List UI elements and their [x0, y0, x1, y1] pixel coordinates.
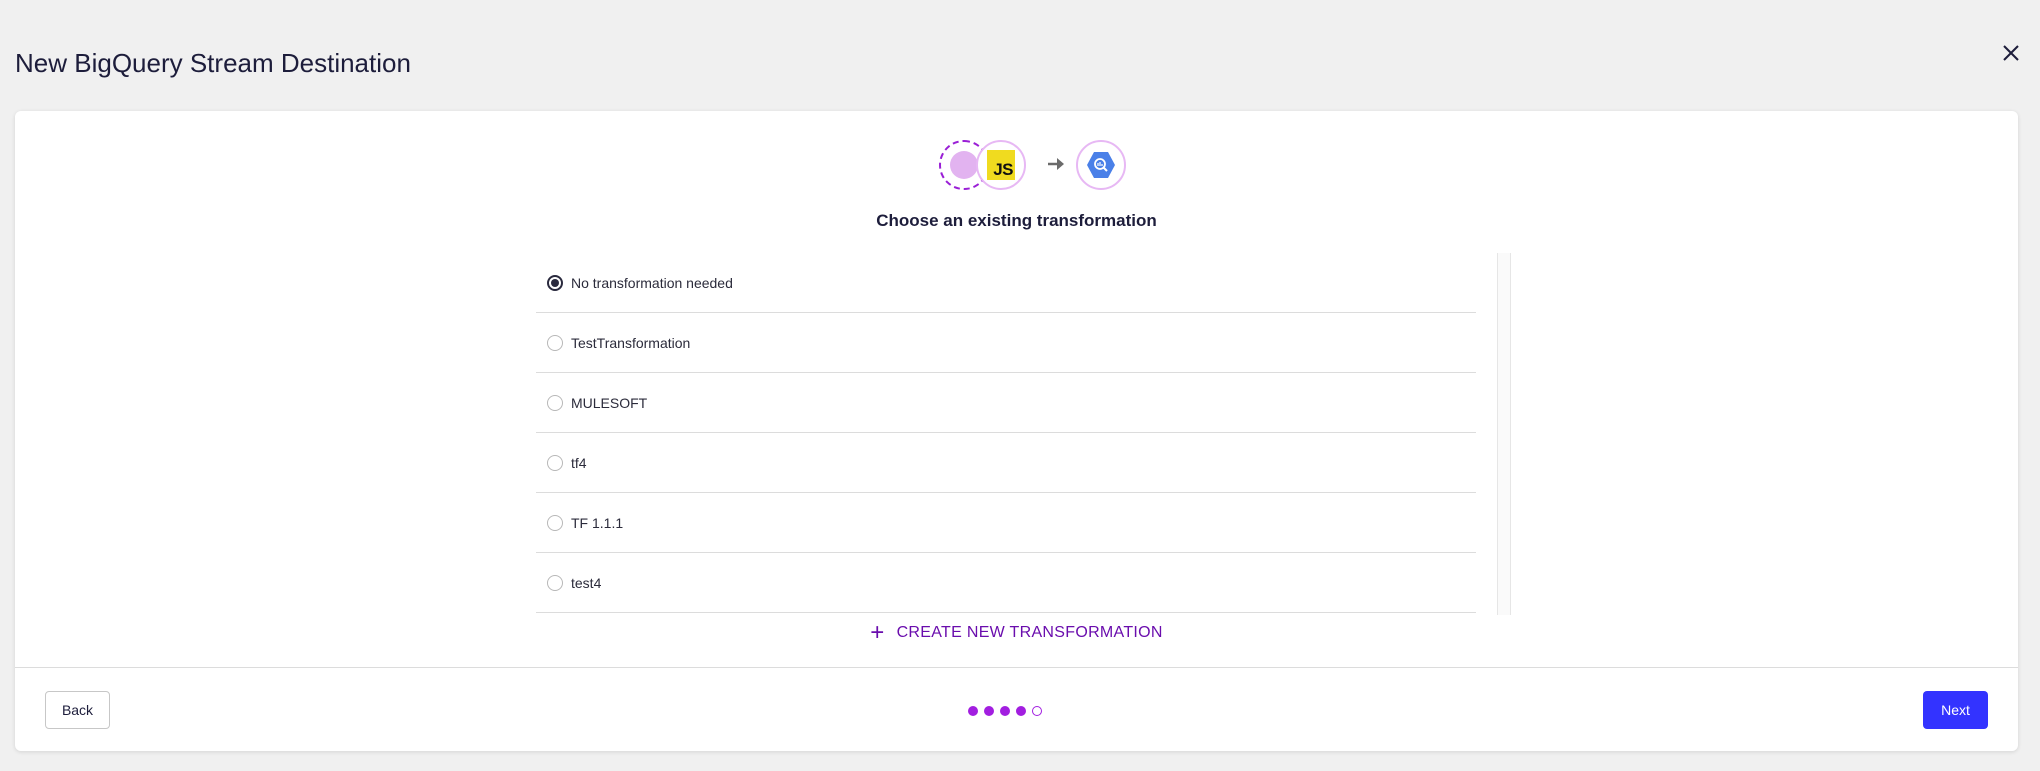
transformation-list: No transformation needed TestTransformat… — [536, 253, 1476, 615]
option-label: TF 1.1.1 — [571, 514, 624, 531]
page-title: New BigQuery Stream Destination — [15, 48, 411, 78]
flow-diagram: JS — [923, 139, 1133, 193]
transformation-list-container: No transformation needed TestTransformat… — [536, 253, 1511, 615]
radio-button[interactable] — [547, 394, 563, 411]
step-dot-completed — [984, 706, 994, 716]
javascript-icon: JS — [976, 140, 1026, 190]
radio-button[interactable] — [547, 454, 563, 471]
transformation-option[interactable]: tf4 — [536, 433, 1476, 493]
radio-button[interactable] — [547, 574, 563, 591]
plus-icon: + — [870, 619, 885, 646]
step-indicator — [968, 705, 1042, 717]
arrow-right-icon — [1048, 158, 1064, 170]
option-label: TestTransformation — [571, 334, 691, 351]
transformation-option[interactable]: TestTransformation — [536, 313, 1476, 373]
step-dot-completed — [968, 706, 978, 716]
option-label: tf4 — [571, 454, 587, 471]
step-dot-current — [1032, 706, 1042, 716]
transformation-option[interactable]: test4 — [536, 553, 1476, 613]
next-button[interactable]: Next — [1923, 691, 1988, 729]
js-badge-label: JS — [993, 160, 1013, 179]
close-icon — [2003, 45, 2019, 61]
option-label: MULESOFT — [571, 394, 648, 411]
wizard-card: JS Choose an existing transformation No … — [15, 111, 2018, 751]
radio-button[interactable] — [547, 514, 563, 531]
step-subtitle: Choose an existing transformation — [876, 211, 1157, 230]
transformation-option[interactable]: No transformation needed — [536, 253, 1476, 313]
step-dot-completed — [1000, 706, 1010, 716]
option-label: test4 — [571, 574, 602, 591]
transformation-option[interactable]: MULESOFT — [536, 373, 1476, 433]
transformation-option[interactable]: TF 1.1.1 — [536, 493, 1476, 553]
bigquery-icon — [1076, 140, 1126, 190]
close-button[interactable] — [1996, 38, 2026, 68]
create-new-transformation-button[interactable]: + CREATE NEW TRANSFORMATION — [15, 619, 2018, 646]
radio-button[interactable] — [547, 334, 563, 351]
create-label: CREATE NEW TRANSFORMATION — [896, 624, 1163, 641]
back-button[interactable]: Back — [45, 691, 110, 729]
step-dot-completed — [1016, 706, 1026, 716]
option-label: No transformation needed — [571, 274, 733, 291]
radio-button-checked[interactable] — [547, 274, 563, 291]
footer-divider — [15, 667, 2018, 668]
list-scrollbar[interactable] — [1497, 253, 1511, 615]
